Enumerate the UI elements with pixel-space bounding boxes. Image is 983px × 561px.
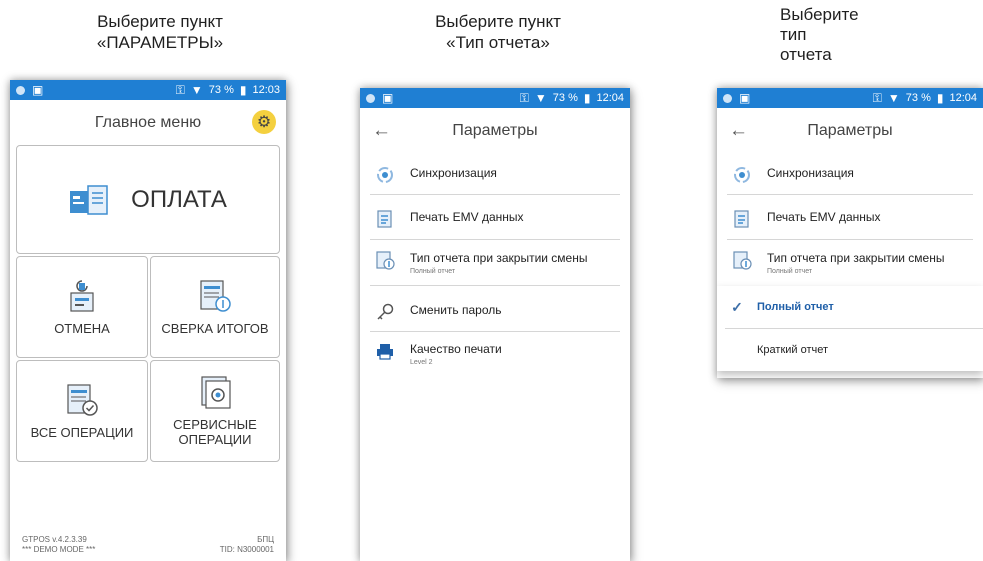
settings-item-label: Печать EMV данных: [767, 210, 881, 224]
back-arrow-icon[interactable]: ←: [729, 120, 748, 142]
gear-icon[interactable]: ⚙: [252, 110, 276, 134]
battery-icon: ▮: [583, 91, 591, 105]
option-full-report[interactable]: ✓ Полный отчет: [717, 286, 983, 328]
settings-item-print-quality[interactable]: Качество печати Level 2: [360, 342, 630, 366]
sync-icon: [377, 167, 393, 183]
caption-step-2: Выберите пункт «Тип отчета»: [435, 12, 561, 52]
footer: GTPOS v.4.2.3.39 *** DEMO MODE *** БПЦ T…: [22, 535, 274, 555]
reconcile-button[interactable]: СВЕРКА ИТОГОВ: [150, 256, 280, 358]
app-bar: Главное меню ⚙: [10, 100, 286, 146]
option-label: Полный отчет: [757, 301, 834, 313]
reconcile-report-icon: [200, 279, 231, 312]
service-operations-button[interactable]: СЕРВИСНЫЕ ОПЕРАЦИИ: [150, 360, 280, 462]
page-title: Параметры: [807, 122, 893, 139]
service-settings-icon: [201, 376, 231, 409]
terminal-id: TID: N3000001: [219, 545, 274, 554]
settings-item-label: Синхронизация: [767, 166, 854, 180]
screen-parameters: ▣ ⚿ ▼ 73 % ▮ 12:04 ← Параметры Синхрониз…: [360, 88, 630, 561]
all-operations-button[interactable]: ВСЕ ОПЕРАЦИИ: [16, 360, 148, 462]
all-operations-label: ВСЕ ОПЕРАЦИИ: [30, 424, 134, 440]
report-icon: [376, 251, 395, 270]
bank-name: БПЦ: [257, 535, 274, 544]
page-title: Главное меню: [94, 114, 202, 131]
notification-dot-icon: [16, 85, 25, 95]
sync-icon: [734, 167, 750, 183]
divider: [370, 331, 620, 332]
service-operations-label: СЕРВИСНЫЕ ОПЕРАЦИИ: [173, 417, 257, 447]
operations-list-icon: [67, 383, 98, 416]
payment-form-icon: [70, 184, 108, 215]
settings-item-label: Синхронизация: [410, 166, 497, 180]
settings-item-label: Тип отчета при закрытии смены: [410, 251, 588, 265]
option-label: Краткий отчет: [757, 344, 829, 356]
report-icon: [733, 251, 752, 270]
app-version: GTPOS v.4.2.3.39: [22, 535, 87, 544]
option-short-report[interactable]: Краткий отчет: [717, 329, 983, 371]
settings-item-sync[interactable]: Синхронизация: [717, 166, 983, 186]
checkmark-icon: ✓: [731, 298, 743, 315]
report-type-dropdown: ✓ Полный отчет Краткий отчет: [717, 286, 983, 371]
divider: [727, 239, 973, 240]
clock: 12:03: [252, 84, 280, 96]
notification-dot-icon: [366, 93, 375, 103]
notification-dot-icon: [723, 93, 732, 103]
divider: [370, 285, 620, 286]
divider: [370, 239, 620, 240]
battery-level: 73 %: [905, 92, 931, 104]
caption-step-3: Выберите тип отчета: [780, 5, 859, 64]
back-arrow-icon[interactable]: ←: [372, 120, 391, 142]
screen-report-type-picker: ▣ ⚿ ▼ 73 % ▮ 12:04 ← Параметры Синхрониз…: [717, 88, 983, 378]
settings-item-value: Level 2: [410, 359, 433, 366]
status-bar: ▣ ⚿ ▼ 73 % ▮ 12:03: [10, 80, 286, 100]
settings-item-value: Полный отчет: [410, 268, 456, 275]
screen-main-menu: ▣ ⚿ ▼ 73 % ▮ 12:03 Главное меню ⚙ ОПЛАТА: [10, 80, 286, 561]
settings-item-label: Качество печати: [410, 342, 502, 356]
demo-mode-label: *** DEMO MODE ***: [22, 545, 96, 554]
cancel-label: ОТМЕНА: [54, 320, 110, 336]
reconcile-label: СВЕРКА ИТОГОВ: [161, 320, 269, 336]
key-status-icon: ⚿: [519, 91, 529, 105]
pay-button[interactable]: ОПЛАТА: [16, 145, 280, 254]
settings-item-label: Тип отчета при закрытии смены: [767, 251, 945, 265]
settings-item-label: Сменить пароль: [410, 303, 502, 317]
settings-item-sync[interactable]: Синхронизация: [360, 166, 630, 186]
wifi-icon: ▼: [887, 91, 900, 105]
printer-icon: [377, 344, 393, 360]
app-notification-icon: ▣: [382, 91, 394, 105]
app-notification-icon: ▣: [32, 83, 44, 97]
settings-item-change-password[interactable]: Сменить пароль: [360, 303, 630, 323]
document-icon: [734, 210, 749, 228]
settings-item-report-type[interactable]: Тип отчета при закрытии смены Полный отч…: [717, 251, 983, 275]
pay-label: ОПЛАТА: [131, 185, 227, 213]
document-icon: [377, 210, 392, 228]
app-bar: ← Параметры: [360, 108, 630, 154]
settings-item-report-type[interactable]: Тип отчета при закрытии смены Полный отч…: [360, 251, 630, 275]
settings-item-emv-print[interactable]: Печать EMV данных: [717, 210, 983, 230]
battery-icon: ▮: [239, 83, 247, 97]
divider: [370, 194, 620, 195]
page-title: Параметры: [452, 122, 538, 139]
clock: 12:04: [596, 92, 624, 104]
key-status-icon: ⚿: [175, 83, 185, 97]
settings-item-emv-print[interactable]: Печать EMV данных: [360, 210, 630, 230]
key-icon: [377, 303, 394, 320]
cancel-button[interactable]: ОТМЕНА: [16, 256, 148, 358]
battery-level: 73 %: [208, 84, 234, 96]
settings-item-label: Печать EMV данных: [410, 210, 524, 224]
key-status-icon: ⚿: [872, 91, 882, 105]
divider: [727, 194, 973, 195]
caption-step-1: Выберите пункт «ПАРАМЕТРЫ»: [96, 12, 224, 52]
status-bar: ▣ ⚿ ▼ 73 % ▮ 12:04: [360, 88, 630, 108]
status-bar: ▣ ⚿ ▼ 73 % ▮ 12:04: [717, 88, 983, 108]
clock: 12:04: [949, 92, 977, 104]
cancel-receipt-icon: [70, 279, 94, 312]
wifi-icon: ▼: [534, 91, 547, 105]
app-notification-icon: ▣: [739, 91, 751, 105]
app-bar: ← Параметры: [717, 108, 983, 154]
wifi-icon: ▼: [190, 83, 203, 97]
settings-item-value: Полный отчет: [767, 268, 813, 275]
battery-icon: ▮: [936, 91, 944, 105]
battery-level: 73 %: [552, 92, 578, 104]
